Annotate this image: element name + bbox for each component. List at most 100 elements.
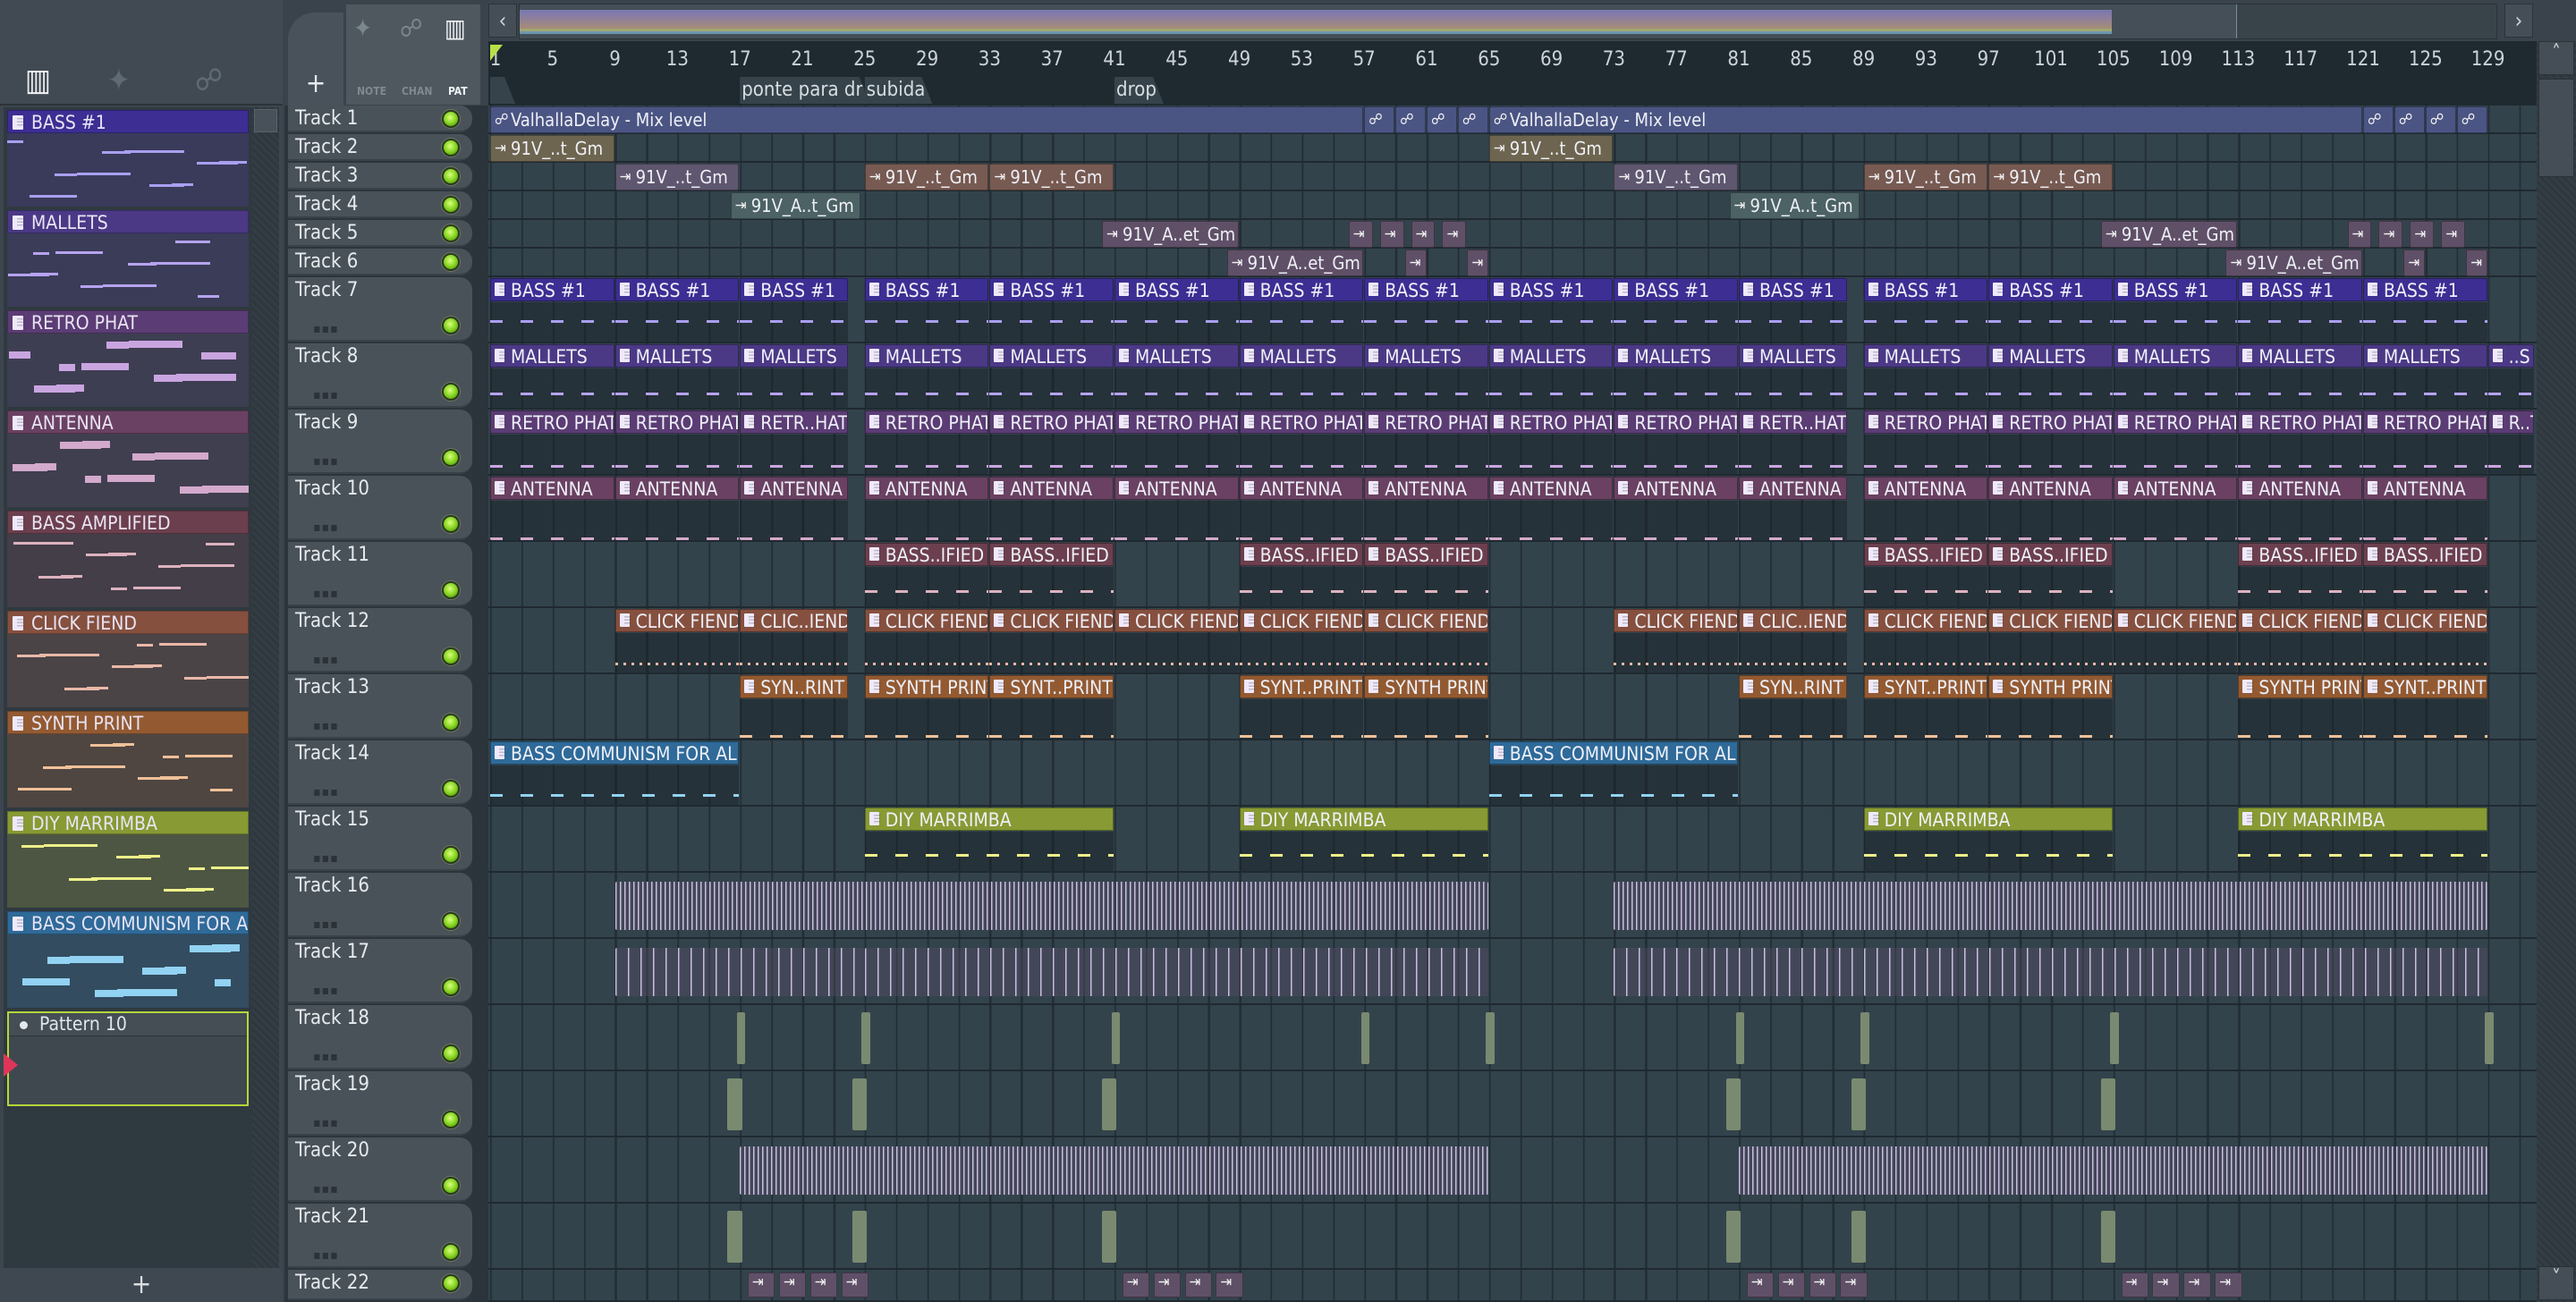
audio-waveform-clip[interactable] <box>614 948 864 996</box>
track-name[interactable]: Track 9 <box>295 411 358 434</box>
pattern-clip[interactable]: CLICK FIEND <box>2113 609 2238 672</box>
track-menu-dots-icon[interactable]: ▪▪▪ <box>313 388 339 402</box>
automation-icon[interactable]: ☍ <box>195 63 223 98</box>
audio-waveform-clip[interactable] <box>2485 1012 2494 1064</box>
track-name[interactable]: Track 22 <box>295 1272 369 1294</box>
pattern-clip[interactable]: MALLETS <box>989 344 1114 408</box>
pattern-clip[interactable]: MALLETS <box>1863 344 1988 408</box>
track-header[interactable]: Track 18 ▪▪▪ <box>288 1005 472 1070</box>
pattern-clip[interactable]: BASS #1 <box>1364 278 1488 342</box>
audio-waveform-clip[interactable] <box>727 1211 742 1263</box>
mode-pat[interactable]: PAT <box>448 85 468 97</box>
track-header[interactable]: Track 10 ▪▪▪ <box>288 476 472 540</box>
track-mute-led[interactable] <box>442 846 460 864</box>
track-name[interactable]: Track 6 <box>295 250 358 273</box>
audio-clip[interactable]: ⇥ 91V_A..t_Gm <box>730 192 861 219</box>
scrollbar-thumb[interactable] <box>2538 79 2574 177</box>
pattern-clip[interactable]: RETRO PHAT <box>2238 410 2362 474</box>
pattern-clip[interactable]: ANTENNA <box>2113 477 2238 540</box>
track-header[interactable]: Track 1 <box>288 106 472 132</box>
audio-clip[interactable]: ⇥ <box>2403 249 2426 276</box>
pattern-clip[interactable]: BASS..IFIED <box>2238 543 2362 606</box>
pattern-clip[interactable]: SYNT..PRINT <box>1239 675 1364 739</box>
track-menu-dots-icon[interactable]: ▪▪▪ <box>313 917 339 932</box>
pattern-clip[interactable]: RETR..HAT <box>1739 410 1848 474</box>
track-mute-led[interactable] <box>442 449 460 467</box>
track-mute-led[interactable] <box>442 253 460 271</box>
track-mute-led[interactable] <box>442 1274 460 1292</box>
audio-clip[interactable]: ⇥ 91V_..t_Gm <box>1863 164 1988 190</box>
audio-clip[interactable]: ⇥ 91V_A..et_Gm <box>1226 249 1364 276</box>
audio-waveform-clip[interactable] <box>614 882 1488 930</box>
pattern-clip[interactable]: MALLETS <box>740 344 849 408</box>
pattern-clip[interactable]: ANTENNA <box>1488 477 1614 540</box>
track-menu-dots-icon[interactable]: ▪▪▪ <box>313 851 339 866</box>
audio-clip[interactable]: ⇥ <box>2183 1272 2211 1298</box>
pattern-list-scrollbar[interactable] <box>252 107 279 1270</box>
audio-waveform-clip[interactable] <box>1486 1012 1495 1064</box>
audio-clip[interactable]: ⇥ 91V_..t_Gm <box>614 164 740 190</box>
scroll-up-button[interactable]: ˄ <box>2538 41 2574 75</box>
pattern-clip[interactable]: MALLETS <box>614 344 740 408</box>
pattern-clip[interactable]: ANTENNA <box>490 477 614 540</box>
audio-clip[interactable]: ⇥ <box>809 1272 838 1298</box>
pattern-clip[interactable]: RETR..HAT <box>740 410 849 474</box>
audio-clip[interactable]: ⇥ <box>1467 249 1489 276</box>
track-header[interactable]: Track 20 ▪▪▪ <box>288 1137 472 1202</box>
audio-clip[interactable]: ⇥ 91V_..t_Gm <box>490 135 614 162</box>
pattern-clip[interactable]: RETRO PHAT <box>1114 410 1239 474</box>
pattern-clip[interactable]: BASS COMMUNISM FOR ALL <box>490 741 740 805</box>
track-mute-led[interactable] <box>442 780 460 798</box>
pattern-clip[interactable]: CLICK FIEND <box>1364 609 1488 672</box>
playlist-grid[interactable]: ☍ ValhallaDelay - Mix level ☍ ☍ ☍ ☍ ☍ ValhallaD… <box>488 106 2537 1302</box>
track-header[interactable]: Track 6 <box>288 249 472 275</box>
pattern-clip[interactable]: CLICK FIEND <box>2363 609 2487 672</box>
pattern-clip[interactable]: ANTENNA <box>1114 477 1239 540</box>
pattern-clip[interactable]: RETRO PHAT <box>1364 410 1488 474</box>
track-mute-led[interactable] <box>442 1111 460 1129</box>
audio-clip[interactable]: ⇥ 91V_A..et_Gm <box>2225 249 2362 276</box>
pattern-clip[interactable]: SYNT..PRINT <box>1863 675 1988 739</box>
track-menu-dots-icon[interactable]: ▪▪▪ <box>313 587 339 601</box>
pattern-clip[interactable]: MALLETS <box>1988 344 2113 408</box>
audio-clip[interactable]: ⇥ <box>2152 1272 2180 1298</box>
audio-clip[interactable]: ⇥ <box>1184 1272 1212 1298</box>
pattern-clip[interactable]: MALLETS <box>490 344 614 408</box>
automation-clip-icon[interactable]: ☍ <box>400 13 423 43</box>
pattern-clip[interactable]: MALLETS <box>1614 344 1738 408</box>
pattern-tile[interactable]: SYNTH PRINT <box>7 711 249 807</box>
pattern-clip[interactable]: BASS #1 <box>614 278 740 342</box>
track-name[interactable]: Track 21 <box>295 1205 369 1228</box>
pattern-clip[interactable]: BASS..IFIED <box>989 543 1114 606</box>
timeline-ruler[interactable]: 1 5 9 13 17 21 25 29 33 37 41 45 49 53 57 61 65 69 73 77 81 8… <box>488 41 2537 106</box>
waveform-icon[interactable]: ✦ <box>107 63 131 98</box>
track-mute-led[interactable] <box>442 110 460 128</box>
pattern-clip[interactable]: BASS..IFIED <box>1863 543 1988 606</box>
track-name[interactable]: Track 11 <box>295 544 369 566</box>
track-header[interactable]: Track 13 ▪▪▪ <box>288 674 472 739</box>
track-mute-led[interactable] <box>442 167 460 185</box>
pattern-clip[interactable]: RETRO PHAT <box>1863 410 1988 474</box>
track-menu-dots-icon[interactable]: ▪▪▪ <box>313 1248 339 1263</box>
track-mute-led[interactable] <box>442 647 460 665</box>
pattern-tile[interactable]: BASS AMPLIFIED <box>7 511 249 607</box>
audio-waveform-clip[interactable] <box>1851 1211 1867 1263</box>
pattern-clip[interactable]: MALLETS <box>1364 344 1488 408</box>
pattern-clip[interactable]: DIY MARRIMBA <box>2238 807 2487 871</box>
audio-clip[interactable]: ⇥ <box>1348 221 1373 248</box>
track-name[interactable]: Track 7 <box>295 279 358 301</box>
audio-waveform-clip[interactable] <box>1739 1146 2487 1195</box>
pattern-clip[interactable]: BASS..IFIED <box>1239 543 1364 606</box>
pattern-clip[interactable]: ..S <box>2487 344 2534 408</box>
track-header[interactable]: Track 11 ▪▪▪ <box>288 542 472 606</box>
track-name[interactable]: Track 2 <box>295 136 358 158</box>
audio-waveform-clip[interactable] <box>1102 1078 1117 1130</box>
track-menu-dots-icon[interactable]: ▪▪▪ <box>313 785 339 799</box>
track-menu-dots-icon[interactable]: ▪▪▪ <box>313 1050 339 1064</box>
pattern-tile[interactable]: CLICK FIEND <box>7 611 249 707</box>
pattern-tile[interactable]: RETRO PHAT <box>7 310 249 407</box>
track-name[interactable]: Track 4 <box>295 193 358 216</box>
audio-clip[interactable]: ⇥ <box>1777 1272 1806 1298</box>
pattern-clip[interactable]: RETRO PHAT <box>989 410 1114 474</box>
track-menu-dots-icon[interactable]: ▪▪▪ <box>313 653 339 667</box>
